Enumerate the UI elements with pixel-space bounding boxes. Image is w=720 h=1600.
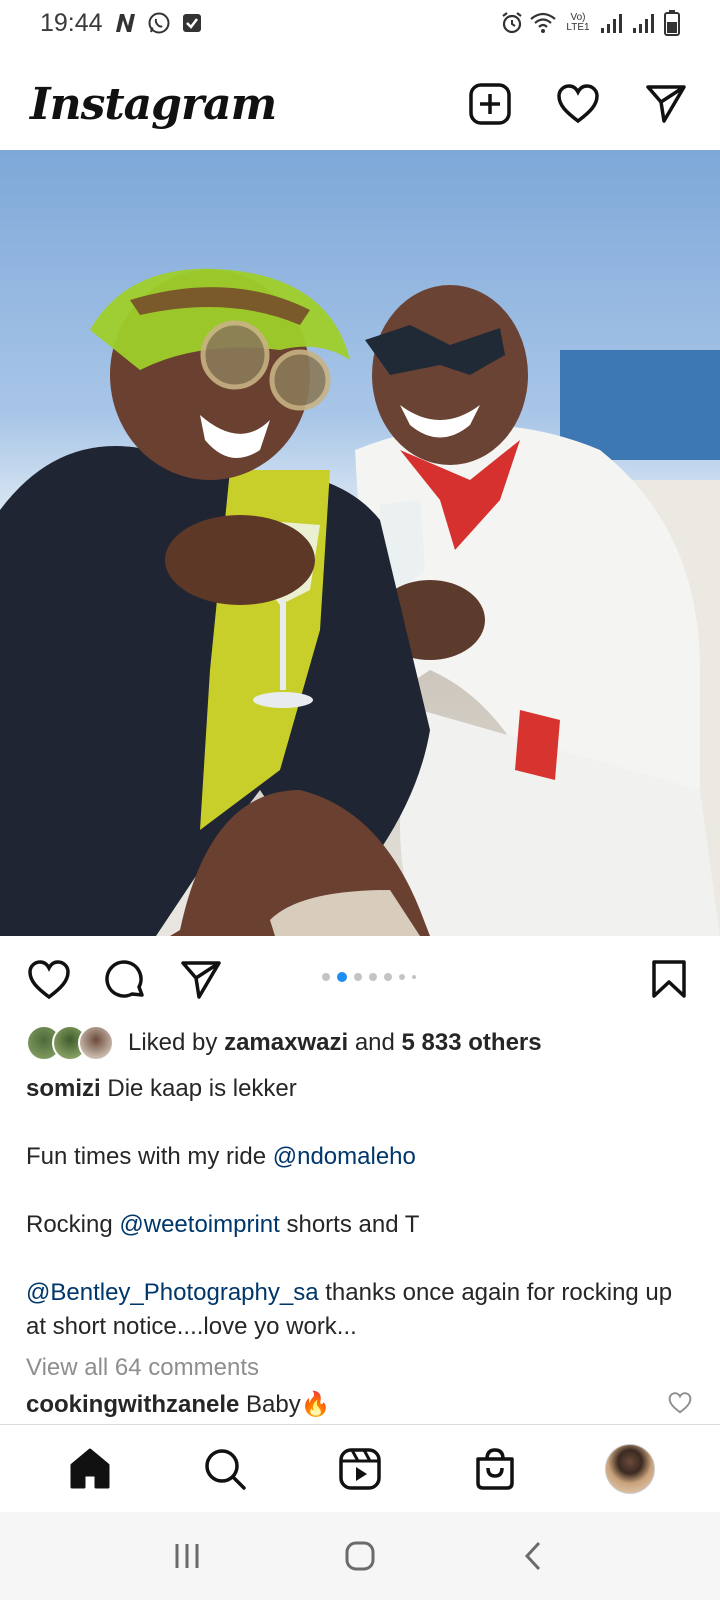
status-left: 19:44 (40, 9, 203, 38)
caption-line: @Bentley_Photography_sa thanks once agai… (26, 1276, 696, 1344)
caption-line: Rocking @weetoimprint shorts and T (26, 1208, 696, 1242)
likes-count[interactable]: 5 833 others (402, 1029, 542, 1056)
recents-icon (175, 1544, 199, 1568)
post-caption: somizi Die kaap is lekker Fun times with… (26, 1072, 696, 1344)
instagram-logo[interactable]: Instagram (30, 79, 277, 130)
plus-square-icon (469, 83, 511, 125)
caption-text: shorts and T (286, 1211, 420, 1238)
caption-text: Rocking (26, 1211, 113, 1238)
back-chevron-icon (525, 1541, 541, 1571)
home-tab[interactable] (60, 1439, 120, 1499)
alarm-icon (502, 12, 522, 34)
reels-icon (339, 1447, 381, 1490)
caption-spacer (26, 1242, 696, 1276)
likes-text: Liked by zamaxwazi and 5 833 others (128, 1029, 542, 1057)
profile-avatar (605, 1443, 656, 1494)
post-actions (0, 950, 720, 1010)
carousel-dot-active (337, 972, 347, 982)
carousel-indicator (322, 972, 416, 982)
post-actions-left (26, 957, 224, 1003)
fire-emoji: 🔥 (300, 1391, 331, 1418)
heart-icon (28, 960, 70, 1000)
wifi-icon (530, 12, 556, 33)
post-photo (0, 268, 720, 936)
heart-icon (557, 84, 599, 124)
network-label: Vo) LTE1 (566, 12, 590, 33)
likes-prefix: Liked by (128, 1029, 218, 1056)
mention-link[interactable]: @ndomaleho (273, 1143, 416, 1170)
carousel-dot (412, 975, 416, 979)
mention-link[interactable]: @Bentley_Photography_sa (26, 1279, 319, 1306)
liker-avatars (26, 1025, 114, 1061)
carousel-dot (354, 973, 362, 981)
like-button[interactable] (26, 957, 72, 1003)
direct-messages-button[interactable] (642, 80, 690, 128)
share-button[interactable] (178, 957, 224, 1003)
profile-tab[interactable] (600, 1439, 660, 1499)
back-button[interactable] (503, 1526, 563, 1586)
system-navigation-bar (0, 1512, 720, 1600)
carousel-dot (399, 974, 405, 980)
search-tab[interactable] (195, 1439, 255, 1499)
caption-line: somizi Die kaap is lekker (26, 1072, 696, 1106)
activity-button[interactable] (554, 80, 602, 128)
caption-text: Die kaap is lekker (107, 1075, 297, 1102)
status-time: 19:44 (40, 8, 103, 37)
signal-icon (601, 14, 622, 33)
shopping-bag-icon (476, 1447, 514, 1490)
status-right: Vo) LTE1 (500, 10, 680, 36)
app-header: Instagram (0, 60, 720, 148)
view-all-comments-link[interactable]: View all 64 comments (26, 1354, 259, 1382)
comment-text: Baby (246, 1390, 301, 1418)
reels-tab[interactable] (330, 1439, 390, 1499)
caption-text: Fun times with my ride (26, 1143, 267, 1170)
comment-username[interactable]: cookingwithzanele (26, 1391, 239, 1419)
bottom-navigation (0, 1424, 720, 1512)
post-image[interactable] (0, 150, 720, 936)
caption-spacer (26, 1106, 696, 1140)
comment-like-icon[interactable] (668, 1392, 692, 1414)
recent-apps-button[interactable] (157, 1526, 217, 1586)
caption-line: Fun times with my ride @ndomaleho (26, 1140, 696, 1174)
likes-connector: and (354, 1029, 395, 1056)
send-icon (181, 961, 221, 999)
likes-row[interactable]: Liked by zamaxwazi and 5 833 others (26, 1025, 542, 1061)
caption-spacer (26, 1174, 696, 1208)
comment-icon (105, 960, 144, 998)
battery-icon (664, 10, 680, 36)
post-author-username[interactable]: somizi (26, 1075, 101, 1102)
checkbox-notification-icon (182, 14, 201, 32)
carousel-dot (322, 973, 330, 981)
shop-tab[interactable] (465, 1439, 525, 1499)
carousel-dot (384, 973, 392, 981)
home-square-icon (345, 1541, 375, 1571)
send-icon (646, 85, 686, 123)
carousel-dot (369, 973, 377, 981)
comment-button[interactable] (102, 957, 148, 1003)
mention-link[interactable]: @weetoimprint (119, 1211, 279, 1238)
bookmark-icon (652, 960, 686, 998)
header-actions (466, 80, 690, 128)
status-bar: 19:44 Vo) LTE1 (0, 0, 720, 46)
whatsapp-icon (148, 12, 170, 34)
signal-icon-2 (633, 14, 654, 33)
avatar (78, 1025, 114, 1061)
search-icon (205, 1448, 246, 1490)
new-post-button[interactable] (466, 80, 514, 128)
n-notification-icon (115, 14, 135, 32)
home-icon (70, 1448, 110, 1488)
home-button[interactable] (330, 1526, 390, 1586)
save-button[interactable] (646, 956, 692, 1002)
comment-preview: cookingwithzanele Baby 🔥 (26, 1390, 696, 1419)
liked-by-username[interactable]: zamaxwazi (224, 1029, 348, 1056)
